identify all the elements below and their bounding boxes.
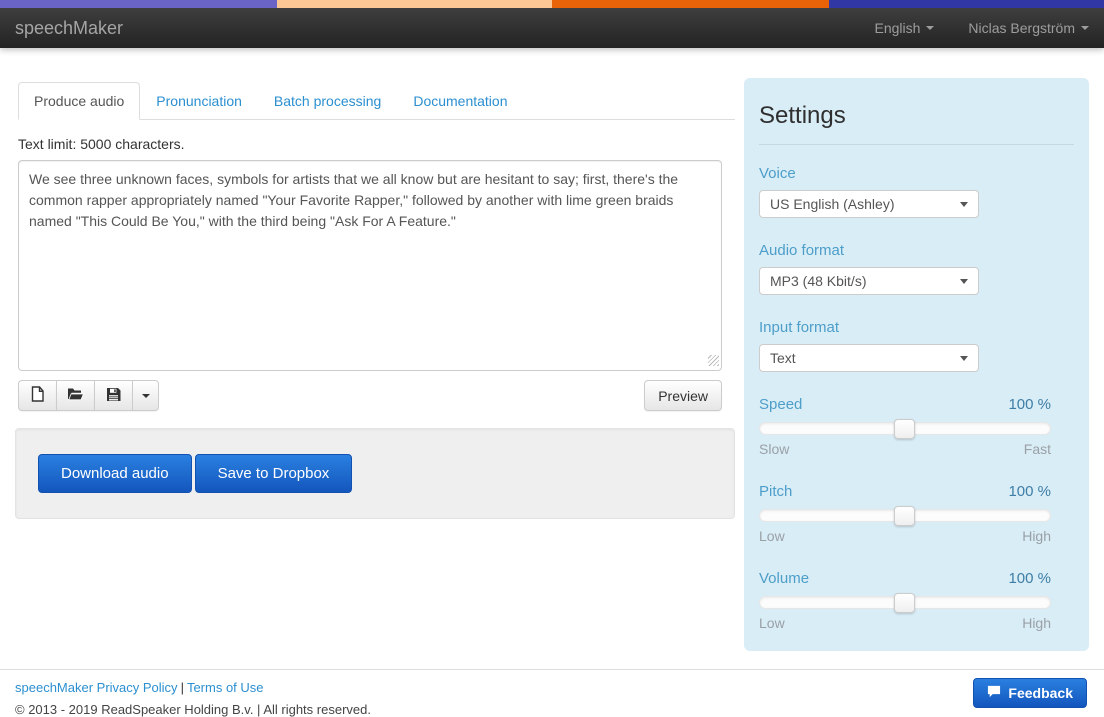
footer-links: speechMaker Privacy Policy | Terms of Use	[15, 680, 1089, 695]
settings-divider	[759, 144, 1074, 145]
brand-stripe-peach	[277, 0, 552, 8]
main-content: Produce audio Pronunciation Batch proces…	[0, 48, 1104, 651]
audio-format-select-value: MP3 (48 Kbit/s)	[770, 273, 867, 289]
pitch-slider-handle[interactable]	[894, 506, 915, 526]
input-format-select-value: Text	[770, 350, 796, 366]
save-icon	[106, 387, 121, 405]
caret-down-icon	[960, 355, 968, 361]
user-menu[interactable]: Niclas Bergström	[968, 20, 1089, 36]
brand-stripe	[0, 0, 1104, 8]
pitch-slider[interactable]	[759, 506, 1051, 526]
pitch-label: Pitch	[759, 483, 793, 500]
brand-stripe-indigo	[829, 0, 1104, 8]
copyright-text: © 2013 - 2019 ReadSpeaker Holding B.v. |…	[15, 702, 371, 717]
feedback-button[interactable]: Feedback	[973, 678, 1087, 708]
preview-button[interactable]: Preview	[644, 380, 722, 411]
speed-value: 100 %	[1008, 396, 1051, 413]
speech-text-input[interactable]: We see three unknown faces, symbols for …	[18, 160, 722, 371]
audio-format-select[interactable]: MP3 (48 Kbit/s)	[759, 267, 979, 295]
tab-produce-audio[interactable]: Produce audio	[18, 82, 141, 120]
voice-select-value: US English (Ashley)	[770, 196, 895, 212]
speed-max-label: Fast	[1023, 441, 1051, 457]
produce-audio-pane: Produce audio Pronunciation Batch proces…	[15, 78, 735, 519]
privacy-policy-link[interactable]: speechMaker Privacy Policy	[15, 680, 178, 695]
volume-label: Volume	[759, 570, 810, 587]
resize-grip-icon[interactable]	[708, 355, 719, 366]
audio-format-field: Audio format MP3 (48 Kbit/s)	[759, 242, 1074, 295]
user-menu-label: Niclas Bergström	[968, 20, 1075, 36]
input-format-label: Input format	[759, 319, 840, 336]
caret-down-icon	[141, 393, 150, 398]
volume-slider-group: Volume 100 % Low High	[759, 570, 1051, 631]
open-file-button[interactable]	[56, 380, 95, 411]
voice-select[interactable]: US English (Ashley)	[759, 190, 979, 218]
volume-slider[interactable]	[759, 593, 1051, 613]
volume-value: 100 %	[1008, 570, 1051, 587]
caret-down-icon	[926, 26, 935, 30]
navbar: speechMaker English Niclas Bergström	[0, 8, 1104, 48]
speed-label: Speed	[759, 396, 803, 413]
terms-of-use-link[interactable]: Terms of Use	[187, 680, 264, 695]
pitch-slider-group: Pitch 100 % Low High	[759, 483, 1051, 544]
tab-pronunciation[interactable]: Pronunciation	[140, 82, 258, 120]
navbar-menus: English Niclas Bergström	[874, 20, 1089, 36]
caret-down-icon	[1081, 26, 1089, 30]
footer-separator: |	[180, 680, 184, 695]
caret-down-icon	[960, 201, 968, 207]
brand-stripe-orange	[552, 0, 829, 8]
app-brand[interactable]: speechMaker	[15, 18, 123, 39]
input-format-select[interactable]: Text	[759, 344, 979, 372]
voice-label: Voice	[759, 165, 796, 182]
text-limit-note: Text limit: 5000 characters.	[18, 136, 185, 152]
feedback-button-label: Feedback	[1008, 685, 1073, 701]
editor-toolbar: Preview	[18, 380, 722, 411]
pitch-min-label: Low	[759, 528, 785, 544]
settings-title: Settings	[759, 102, 846, 129]
open-folder-icon	[67, 387, 84, 404]
save-options-button[interactable]	[132, 380, 159, 411]
caret-down-icon	[960, 278, 968, 284]
speed-min-label: Slow	[759, 441, 790, 457]
voice-field: Voice US English (Ashley)	[759, 165, 1074, 218]
volume-slider-handle[interactable]	[894, 593, 915, 613]
tab-documentation[interactable]: Documentation	[397, 82, 523, 120]
download-audio-button[interactable]: Download audio	[38, 454, 192, 493]
language-menu[interactable]: English	[874, 20, 935, 36]
pitch-max-label: High	[1022, 528, 1051, 544]
new-document-button[interactable]	[18, 380, 57, 411]
tab-bar: Produce audio Pronunciation Batch proces…	[18, 82, 735, 120]
settings-panel: Settings Voice US English (Ashley) Audio…	[744, 78, 1089, 651]
input-format-field: Input format Text	[759, 319, 1074, 372]
save-button[interactable]	[94, 380, 133, 411]
speech-text-area-wrap: We see three unknown faces, symbols for …	[18, 160, 722, 371]
tab-batch-processing[interactable]: Batch processing	[258, 82, 397, 120]
new-document-icon	[30, 386, 45, 405]
volume-min-label: Low	[759, 615, 785, 631]
save-to-dropbox-button[interactable]: Save to Dropbox	[194, 454, 353, 493]
audio-actions-well: Download audio Save to Dropbox	[15, 428, 735, 519]
audio-format-label: Audio format	[759, 242, 845, 259]
chat-bubble-icon	[987, 685, 1001, 701]
speed-slider-group: Speed 100 % Slow Fast	[759, 396, 1051, 457]
volume-max-label: High	[1022, 615, 1051, 631]
brand-stripe-purple	[0, 0, 277, 8]
language-menu-label: English	[874, 20, 921, 36]
footer: speechMaker Privacy Policy | Terms of Use …	[0, 669, 1104, 717]
file-button-group	[18, 380, 159, 411]
pitch-value: 100 %	[1008, 483, 1051, 500]
speed-slider-handle[interactable]	[894, 419, 915, 439]
speed-slider[interactable]	[759, 419, 1051, 439]
